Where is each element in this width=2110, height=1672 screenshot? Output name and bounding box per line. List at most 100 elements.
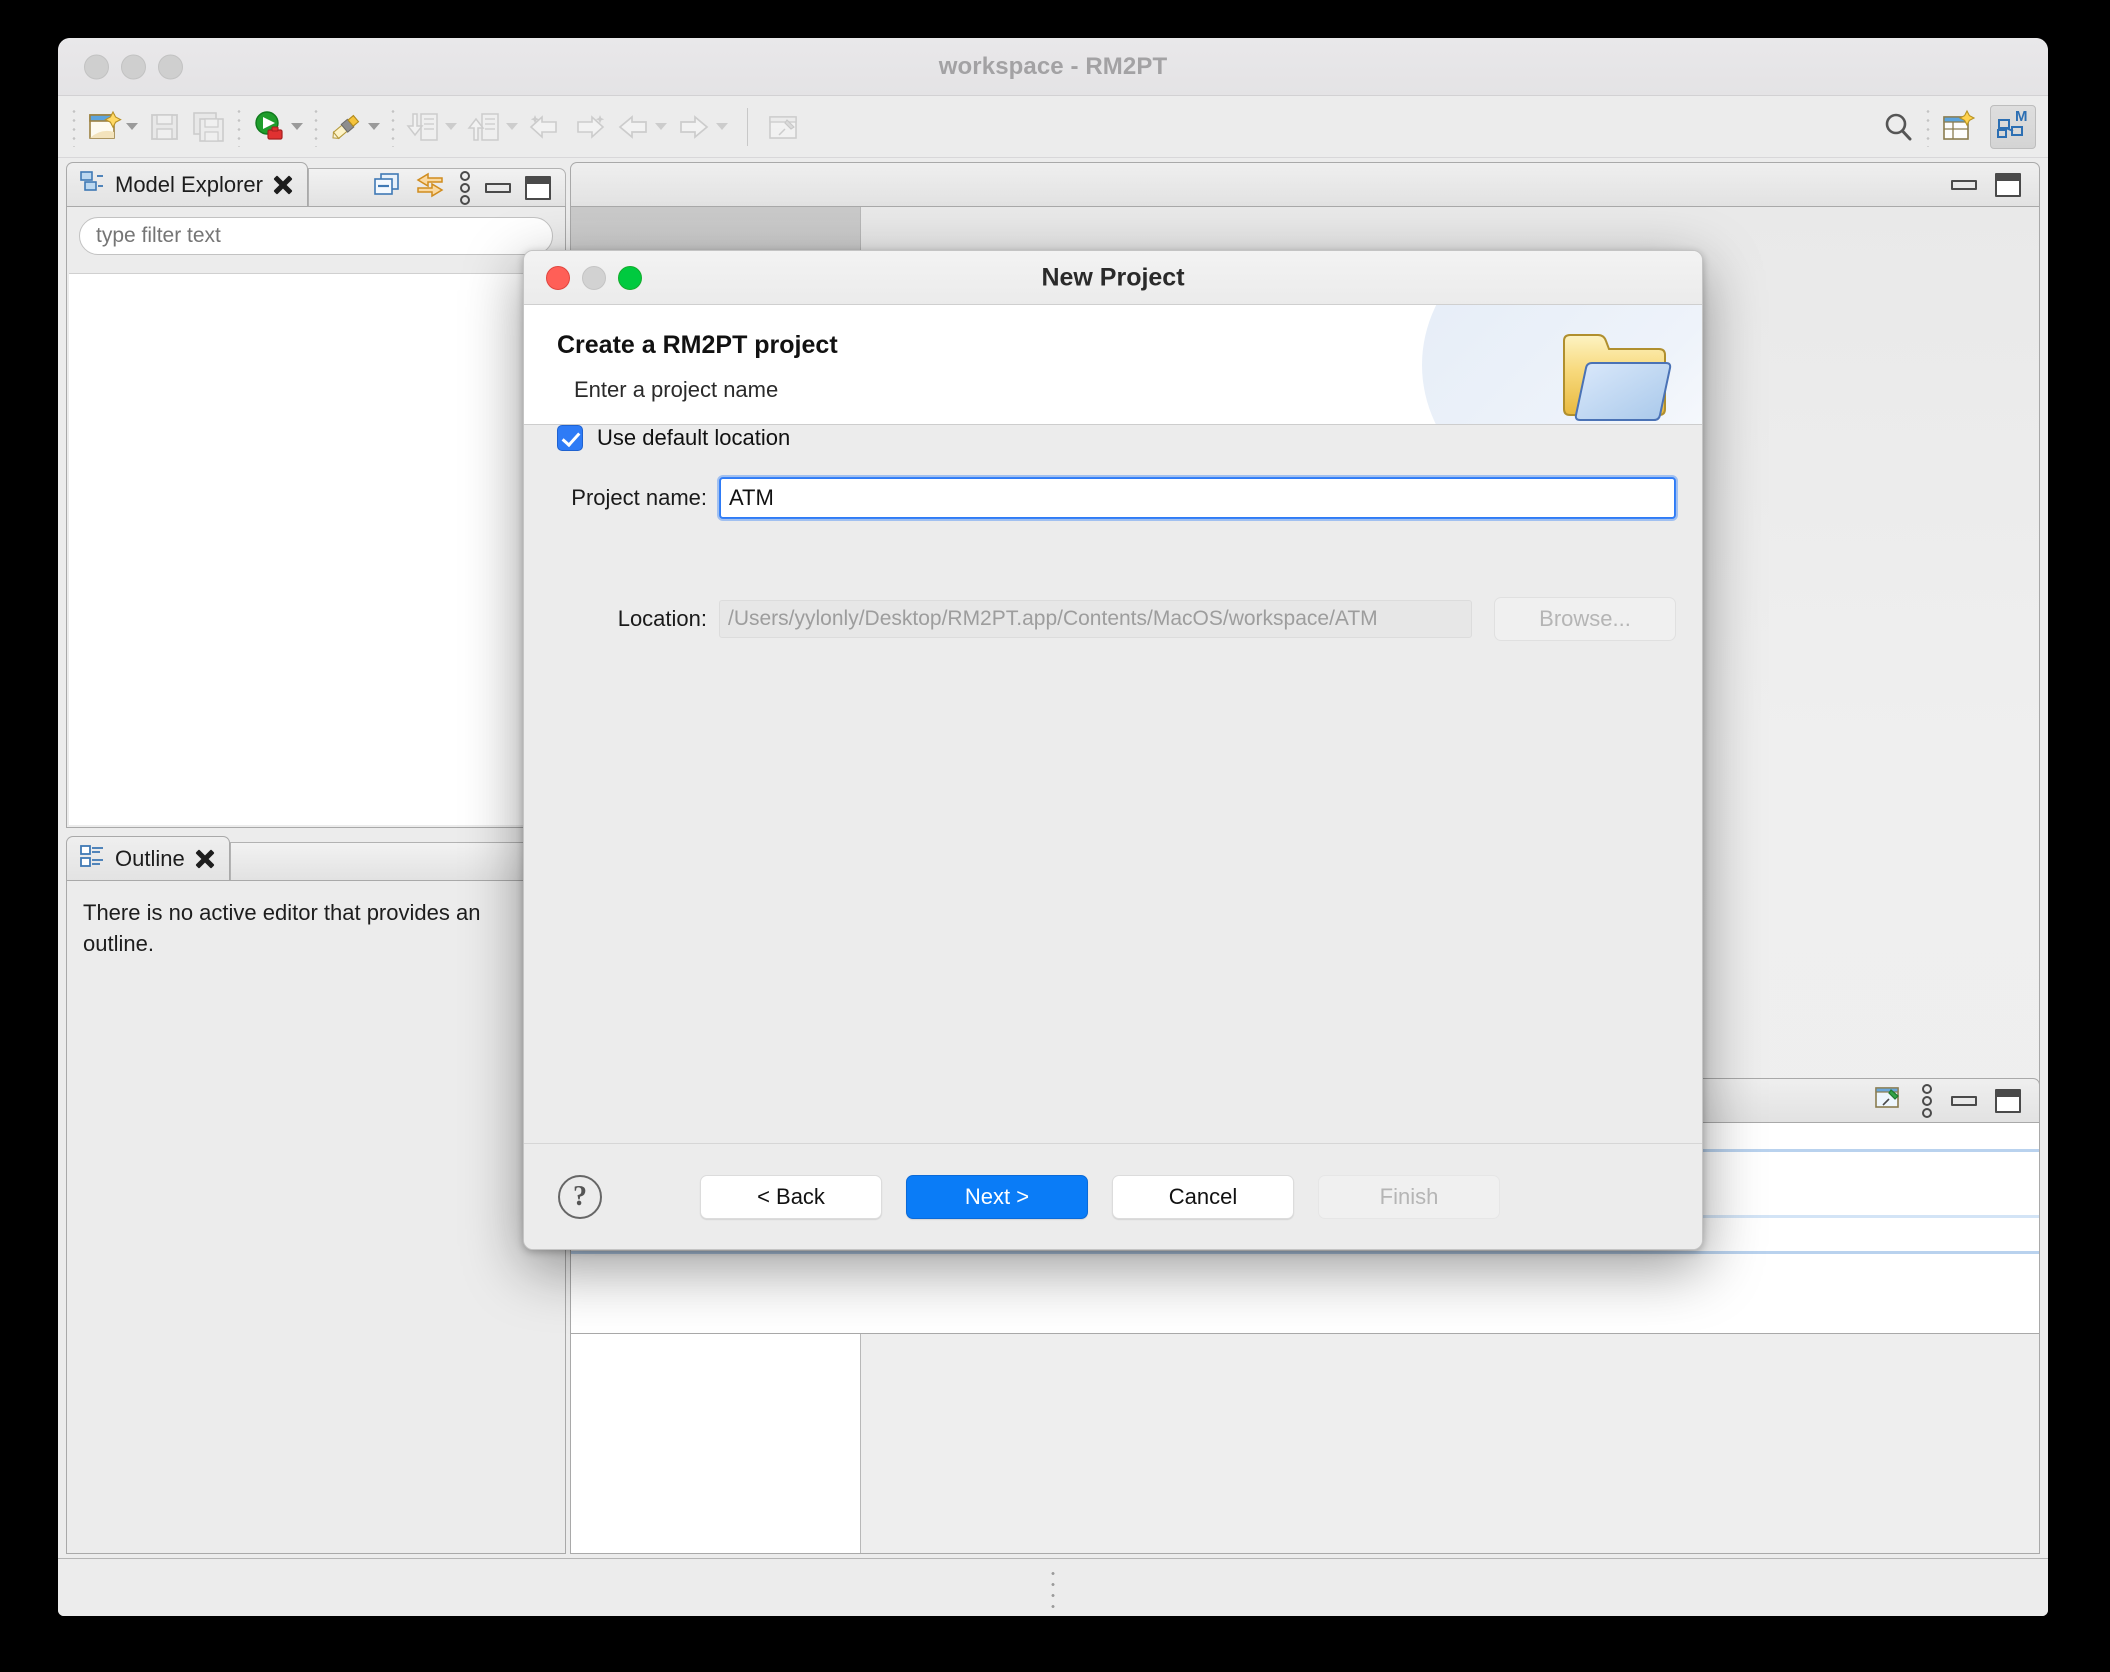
dialog-footer: ? < Back Next > Cancel Finish bbox=[524, 1143, 1702, 1249]
view-menu-icon[interactable] bbox=[1921, 1083, 1933, 1118]
model-explorer-tree[interactable] bbox=[69, 273, 563, 825]
outline-tabbar: Outline bbox=[66, 836, 566, 880]
dialog-heading: Create a RM2PT project bbox=[557, 331, 838, 359]
save-icon bbox=[146, 108, 184, 146]
dialog-button-group: < Back Next > Cancel Finish bbox=[700, 1174, 1500, 1219]
maximize-view-icon[interactable] bbox=[525, 175, 551, 200]
tab-outline-label: Outline bbox=[115, 845, 185, 871]
location-input bbox=[719, 600, 1472, 638]
toolbar-separator bbox=[1926, 106, 1930, 147]
toolbar-import-button[interactable] bbox=[401, 108, 462, 146]
maximize-view-icon[interactable] bbox=[1995, 1088, 2021, 1113]
pin-editor-icon bbox=[765, 108, 803, 146]
chevron-down-icon[interactable] bbox=[445, 123, 457, 130]
modeling-perspective-icon: M bbox=[1995, 107, 2031, 146]
use-default-location-row[interactable]: Use default location bbox=[524, 425, 1702, 451]
finish-button: Finish bbox=[1318, 1174, 1500, 1219]
minimize-view-icon[interactable] bbox=[1951, 1095, 1977, 1106]
pin-view-icon[interactable] bbox=[1873, 1084, 1903, 1117]
dialog-content: Project name: Use default location Locat… bbox=[524, 425, 1702, 1143]
open-perspective-icon bbox=[1939, 108, 1977, 146]
status-bar-grip[interactable] bbox=[1050, 1567, 1056, 1608]
filter-input[interactable] bbox=[79, 217, 553, 255]
folder-icon bbox=[1556, 325, 1680, 424]
search-icon bbox=[1879, 108, 1917, 146]
filter-container bbox=[67, 207, 565, 263]
dialog-titlebar: New Project bbox=[524, 251, 1702, 305]
toolbar-back-button[interactable] bbox=[611, 108, 672, 146]
view-menu-icon[interactable] bbox=[459, 170, 471, 205]
toolbar-new-wizard-button[interactable] bbox=[82, 108, 143, 146]
next-annotation-icon bbox=[570, 108, 608, 146]
export-icon bbox=[465, 108, 503, 146]
forward-arrow-icon bbox=[675, 108, 713, 146]
tab-model-explorer[interactable]: Model Explorer bbox=[66, 162, 308, 206]
toolbar-validate-button[interactable] bbox=[324, 108, 385, 146]
toolbar-previous-annotation-button[interactable] bbox=[523, 108, 567, 146]
application-window: workspace - RM2PT M Model Explorer type … bbox=[58, 38, 2048, 1616]
outline-message: There is no active editor that provides … bbox=[83, 900, 481, 957]
outline-body: There is no active editor that provides … bbox=[66, 880, 566, 1554]
toolbar-right-group: M bbox=[1876, 104, 2048, 149]
back-button[interactable]: < Back bbox=[700, 1174, 882, 1219]
toolbar-separator bbox=[391, 106, 395, 147]
toolbar-export-button[interactable] bbox=[462, 108, 523, 146]
dialog-header: Create a RM2PT project Enter a project n… bbox=[524, 305, 1702, 425]
project-name-input[interactable] bbox=[717, 475, 1678, 521]
new-project-dialog: New Project Create a RM2PT project Enter… bbox=[523, 250, 1703, 1250]
use-default-location-checkbox[interactable] bbox=[557, 425, 583, 451]
toolbar-separator bbox=[314, 106, 318, 147]
cancel-button[interactable]: Cancel bbox=[1112, 1174, 1294, 1219]
new-file-icon bbox=[85, 108, 123, 146]
tab-outline[interactable]: Outline bbox=[66, 836, 230, 880]
close-icon[interactable] bbox=[273, 175, 293, 195]
project-name-row: Project name: bbox=[524, 475, 1702, 521]
left-view-column: Model Explorer type filter text Outline … bbox=[66, 162, 566, 1554]
help-button[interactable]: ? bbox=[558, 1174, 602, 1219]
toolbar-pin-editor-button[interactable] bbox=[762, 108, 806, 146]
collapse-all-icon[interactable] bbox=[373, 172, 401, 203]
toolbar-run-button[interactable] bbox=[247, 108, 308, 146]
import-icon bbox=[404, 108, 442, 146]
save-all-icon bbox=[190, 108, 228, 146]
toolbar-search-button[interactable] bbox=[1876, 108, 1920, 146]
editor-tabbar bbox=[570, 162, 2040, 206]
pen-icon bbox=[327, 108, 365, 146]
toolbar-modeling-perspective-button[interactable]: M bbox=[1990, 104, 2036, 149]
toolbar-forward-button[interactable] bbox=[672, 108, 733, 146]
minimize-view-icon[interactable] bbox=[485, 182, 511, 193]
chevron-down-icon[interactable] bbox=[716, 123, 728, 130]
maximize-editor-icon[interactable] bbox=[1995, 172, 2021, 197]
toolbar-separator bbox=[237, 106, 241, 147]
location-row: Location: Browse... bbox=[524, 597, 1702, 641]
outline-view: Outline There is no active editor that p… bbox=[66, 836, 566, 1554]
status-bar bbox=[58, 1558, 2048, 1616]
dialog-subheading: Enter a project name bbox=[574, 377, 779, 402]
minimize-editor-icon[interactable] bbox=[1951, 179, 1977, 190]
project-name-label: Project name: bbox=[571, 485, 707, 510]
window-titlebar: workspace - RM2PT bbox=[58, 38, 2048, 96]
browse-button[interactable]: Browse... bbox=[1494, 597, 1676, 641]
chevron-down-icon[interactable] bbox=[126, 123, 138, 130]
location-label: Location: bbox=[617, 606, 707, 631]
chevron-down-icon[interactable] bbox=[368, 123, 380, 130]
toolbar-open-perspective-button[interactable] bbox=[1936, 108, 1980, 146]
svg-text:M: M bbox=[2015, 108, 2028, 125]
use-default-location-label: Use default location bbox=[597, 425, 791, 450]
toolbar-save-button[interactable] bbox=[143, 108, 187, 146]
toolbar-save-all-button[interactable] bbox=[187, 108, 231, 146]
outline-view-toolbar bbox=[229, 842, 566, 880]
model-explorer-body bbox=[66, 206, 566, 828]
toolbar-next-annotation-button[interactable] bbox=[567, 108, 611, 146]
close-icon[interactable] bbox=[195, 849, 215, 869]
run-icon bbox=[250, 108, 288, 146]
previous-annotation-icon bbox=[526, 108, 564, 146]
chevron-down-icon[interactable] bbox=[506, 123, 518, 130]
next-button[interactable]: Next > bbox=[906, 1174, 1088, 1219]
link-with-editor-icon[interactable] bbox=[415, 172, 445, 203]
chevron-down-icon[interactable] bbox=[655, 123, 667, 130]
chevron-down-icon[interactable] bbox=[291, 123, 303, 130]
back-arrow-icon bbox=[614, 108, 652, 146]
model-explorer-icon bbox=[79, 169, 105, 200]
window-title: workspace - RM2PT bbox=[938, 52, 1168, 80]
